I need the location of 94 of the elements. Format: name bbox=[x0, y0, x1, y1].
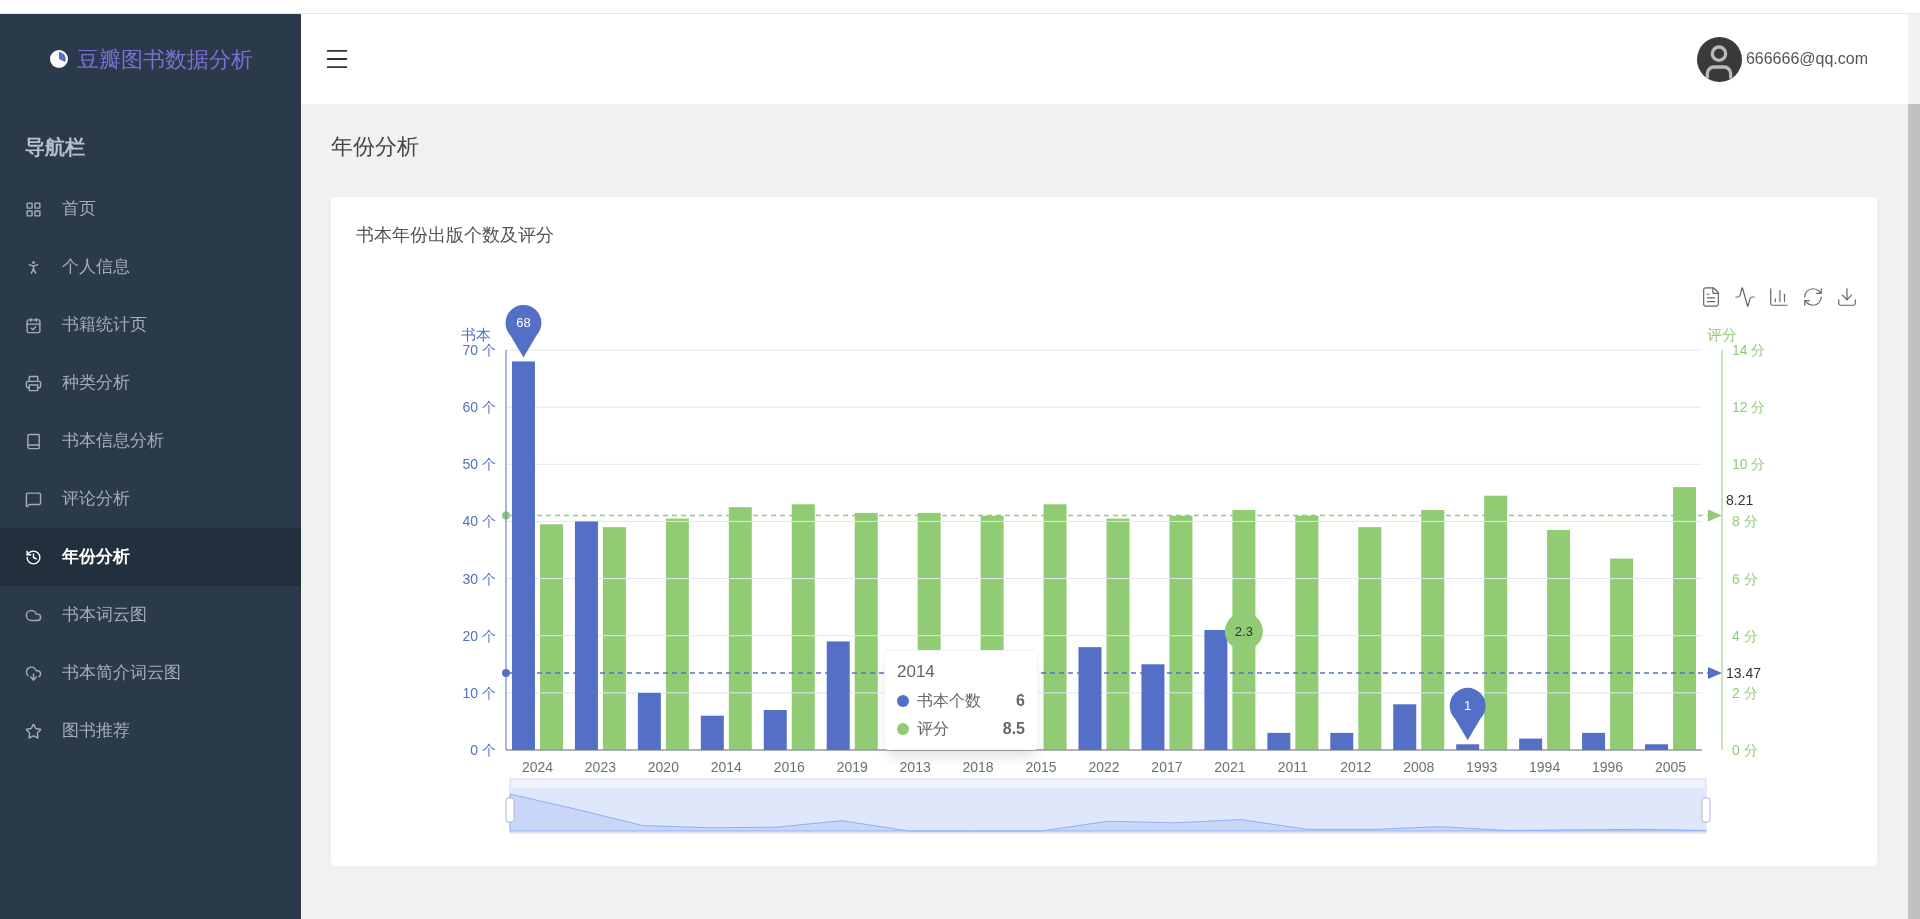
slider-handle[interactable] bbox=[505, 797, 515, 823]
axis-label: 2022 bbox=[1088, 759, 1120, 775]
bar bbox=[1330, 732, 1354, 750]
tooltip-value: 6 bbox=[1016, 690, 1025, 711]
bar bbox=[763, 710, 787, 750]
axis-title: 书本 bbox=[461, 326, 491, 343]
axis-label: 2017 bbox=[1151, 759, 1183, 775]
printer-icon bbox=[25, 374, 42, 392]
clock-icon bbox=[25, 548, 42, 566]
bar bbox=[1456, 744, 1480, 750]
chat-icon bbox=[25, 490, 42, 508]
cloud-download-icon bbox=[25, 664, 42, 682]
star-icon bbox=[25, 722, 42, 740]
axis-label: 10 分 bbox=[1732, 456, 1766, 473]
bar bbox=[1645, 744, 1669, 750]
pie-chart-icon bbox=[48, 49, 69, 69]
axis-label: 2005 bbox=[1654, 759, 1687, 775]
axis-label: 1996 bbox=[1592, 759, 1624, 775]
tooltip-title: 2014 bbox=[897, 661, 936, 683]
axis-label: 2024 bbox=[521, 759, 554, 775]
restore-icon[interactable] bbox=[1802, 286, 1824, 308]
arrow-head-icon bbox=[1708, 667, 1722, 680]
marker-pin: 1 bbox=[1449, 687, 1486, 741]
average-label: 13.47 bbox=[1726, 665, 1762, 682]
calendar-icon bbox=[25, 316, 42, 334]
axis-label: 20 个 bbox=[462, 627, 496, 644]
bar bbox=[700, 715, 724, 750]
nav-heading: 导航栏 bbox=[24, 135, 86, 160]
bar bbox=[1582, 732, 1606, 750]
book-icon bbox=[25, 432, 42, 450]
axis-label: 2023 bbox=[584, 759, 616, 775]
axis-label: 2013 bbox=[899, 759, 931, 775]
axis-label: 2012 bbox=[1340, 759, 1372, 775]
annotation: 1 bbox=[1464, 698, 1472, 714]
tooltip-series: 评分 bbox=[917, 718, 949, 739]
sidebar-item[interactable]: 评论分析 bbox=[0, 470, 301, 528]
sidebar-item[interactable]: 种类分析 bbox=[0, 354, 301, 412]
line-start-dot bbox=[502, 511, 510, 520]
axis-label: 2021 bbox=[1214, 759, 1246, 775]
bar bbox=[1267, 732, 1291, 750]
bar-chart-icon[interactable] bbox=[1768, 286, 1790, 308]
slider-handle[interactable] bbox=[1701, 797, 1711, 823]
marker-pin: 68 bbox=[505, 305, 542, 358]
brand-title: 豆瓣图书数据分析 bbox=[76, 45, 253, 74]
grid-icon bbox=[25, 200, 42, 218]
axis-label: 2015 bbox=[1025, 759, 1057, 775]
card-title: 书本年份出版个数及评分 bbox=[356, 225, 554, 245]
sidebar-item[interactable]: 书籍统计页 bbox=[0, 296, 301, 354]
sidebar-item[interactable]: 图书推荐 bbox=[0, 702, 301, 760]
sidebar-item[interactable]: 书本简介词云图 bbox=[0, 644, 301, 702]
axis-label: 1994 bbox=[1529, 759, 1561, 775]
tooltip-series: 书本个数 bbox=[917, 690, 981, 711]
axis-label: 2018 bbox=[962, 759, 994, 775]
page-title: 年份分析 bbox=[331, 133, 420, 161]
annotation: 68 bbox=[516, 315, 531, 331]
sidebar-item[interactable]: 首页 bbox=[0, 180, 301, 238]
axis-label: 1993 bbox=[1466, 759, 1498, 775]
axis-label: 70 个 bbox=[462, 342, 496, 358]
sidebar-item[interactable]: 个人信息 bbox=[0, 238, 301, 296]
axis-label: 10 个 bbox=[462, 684, 496, 701]
axis-label: 2008 bbox=[1403, 759, 1435, 775]
scrollbar[interactable] bbox=[1908, 104, 1920, 919]
line-chart-icon[interactable] bbox=[1734, 286, 1756, 308]
axis-label: 12 分 bbox=[1732, 399, 1766, 416]
bar bbox=[1393, 704, 1417, 750]
axis-label: 2014 bbox=[710, 759, 742, 775]
axis-label: 0 分 bbox=[1732, 742, 1758, 758]
axis-label: 2020 bbox=[647, 759, 679, 775]
axis-label: 0 个 bbox=[470, 742, 496, 758]
bar bbox=[637, 692, 661, 750]
tooltip-value: 8.5 bbox=[1002, 718, 1025, 739]
axis-label: 2011 bbox=[1277, 759, 1308, 775]
axis-label: 30 个 bbox=[462, 570, 496, 587]
axis-label: 4 分 bbox=[1732, 627, 1758, 644]
axis-label: 8 分 bbox=[1732, 513, 1758, 530]
axis-label: 2016 bbox=[773, 759, 805, 775]
annotation: 2.3 bbox=[1234, 624, 1253, 640]
axis-label: 2 分 bbox=[1732, 684, 1758, 701]
axis-title: 评分 bbox=[1707, 326, 1737, 343]
download-icon[interactable] bbox=[1836, 286, 1858, 308]
axis-label: 6 分 bbox=[1732, 570, 1758, 587]
sidebar-item[interactable]: 年份分析 bbox=[0, 528, 301, 586]
axis-label: 60 个 bbox=[462, 399, 496, 416]
bar bbox=[1519, 738, 1543, 750]
average-label: 8.21 bbox=[1726, 492, 1754, 509]
sidebar-item[interactable]: 书本信息分析 bbox=[0, 412, 301, 470]
axis-label: 2019 bbox=[836, 759, 868, 775]
axis-label: 40 个 bbox=[462, 513, 496, 530]
user-email[interactable]: 666666@qq.com bbox=[1745, 47, 1868, 71]
avatar bbox=[1696, 36, 1742, 82]
sidebar-item[interactable]: 书本词云图 bbox=[0, 586, 301, 644]
data-view-icon[interactable] bbox=[1700, 286, 1722, 308]
axis-label: 50 个 bbox=[462, 456, 496, 473]
axis-label: 14 分 bbox=[1732, 342, 1766, 358]
